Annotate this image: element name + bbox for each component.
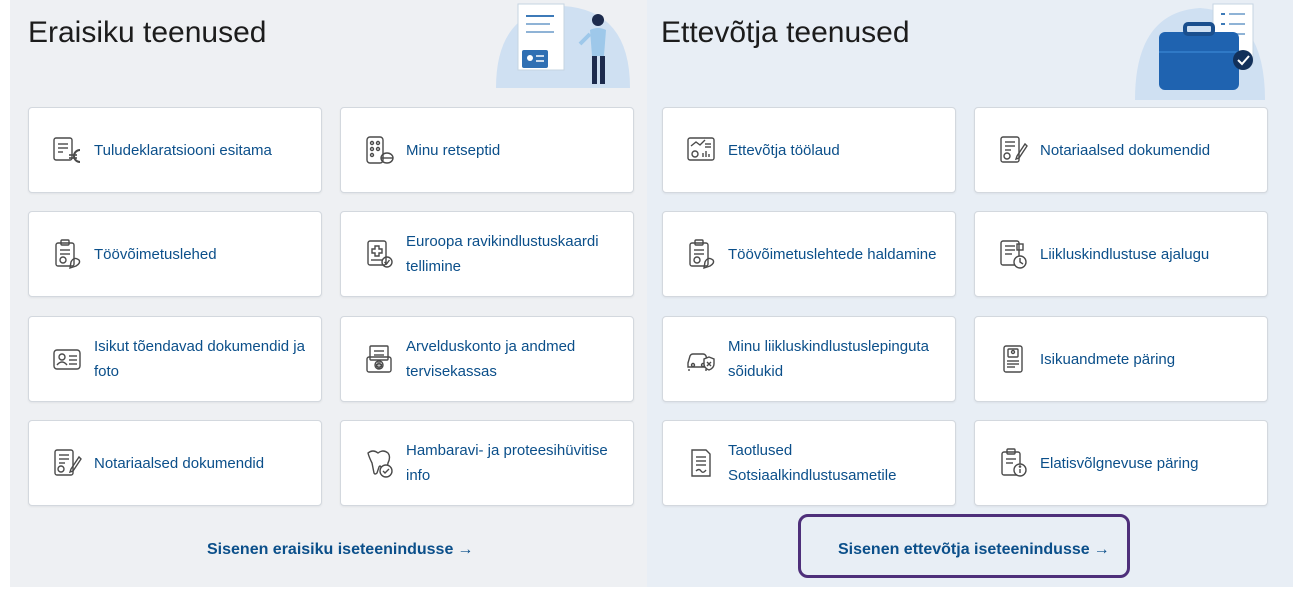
card-business-dashboard[interactable]: Ettevõtja töölaud (662, 107, 956, 193)
card-sick-leave[interactable]: Töövõimetuslehed (28, 211, 322, 297)
notary-document-icon (49, 445, 85, 481)
card-label: Töövõimetuslehed (94, 245, 217, 263)
card-notary-documents-personal[interactable]: Notariaalsed dokumendid (28, 420, 322, 506)
card-label: Taotlused Sotsiaalkindlustusametile (728, 442, 897, 484)
personal-data-query-icon (995, 341, 1031, 377)
card-label: Isikut tõendavad dokumendid ja foto (94, 338, 305, 380)
maintenance-debt-info-icon (995, 445, 1031, 481)
enter-personal-selfservice-label: Sisenen eraisiku iseteenindusse (207, 541, 454, 558)
bank-account-icon (361, 341, 397, 377)
application-document-icon (683, 445, 719, 481)
prescription-pills-icon (361, 132, 397, 168)
card-tax-declaration[interactable]: Tuludeklaratsiooni esitama (28, 107, 322, 193)
sick-leave-clipboard-icon (683, 236, 719, 272)
card-label: Hambaravi- ja proteesihüvitise info (406, 442, 608, 484)
business-dashboard-icon (683, 132, 719, 168)
card-identity-documents[interactable]: Isikut tõendavad dokumendid ja foto (28, 316, 322, 402)
business-services-title: Ettevõtja teenused (661, 16, 910, 49)
notary-document-icon (995, 132, 1031, 168)
card-traffic-insurance-history[interactable]: Liikluskindlustuse ajalugu (974, 211, 1268, 297)
person-with-documents-illustration (488, 0, 638, 93)
card-my-prescriptions[interactable]: Minu retseptid (340, 107, 634, 193)
briefcase-illustration (1125, 0, 1265, 105)
enter-personal-selfservice-link[interactable]: Sisenen eraisiku iseteenindusse → (207, 541, 473, 559)
id-card-icon (49, 341, 85, 377)
card-label: Arvelduskonto ja andmed tervisekassas (406, 338, 576, 380)
card-european-health-card[interactable]: Euroopa ravikindlustuskaardi tellimine (340, 211, 634, 297)
card-dental-compensation[interactable]: Hambaravi- ja proteesihüvitise info (340, 420, 634, 506)
card-personal-data-query[interactable]: Isikuandmete päring (974, 316, 1268, 402)
card-label: Minu liikluskindlustuslepinguta sõidukid (728, 338, 929, 380)
sick-leave-clipboard-icon (49, 236, 85, 272)
card-label: Euroopa ravikindlustuskaardi tellimine (406, 233, 599, 275)
traffic-insurance-history-icon (995, 236, 1031, 272)
card-maintenance-debt-query[interactable]: Elatisvõlgnevuse päring (974, 420, 1268, 506)
arrow-right-icon: → (457, 541, 474, 558)
card-uninsured-vehicles[interactable]: Minu liikluskindlustuslepinguta sõidukid (662, 316, 956, 402)
card-notary-documents-business[interactable]: Notariaalsed dokumendid (974, 107, 1268, 193)
card-social-insurance-applications[interactable]: Taotlused Sotsiaalkindlustusametile (662, 420, 956, 506)
card-label: Notariaalsed dokumendid (94, 454, 265, 472)
card-label: Minu retseptid (406, 141, 501, 159)
card-label: Töövõimetuslehtede haldamine (728, 245, 937, 263)
uninsured-vehicle-icon (683, 341, 719, 377)
tax-declaration-euro-icon (49, 132, 85, 168)
highlight-frame (798, 514, 1130, 578)
card-label: Liikluskindlustuse ajalugu (1040, 245, 1210, 263)
card-label: Ettevõtja töölaud (728, 141, 840, 159)
card-sick-leave-management[interactable]: Töövõimetuslehtede haldamine (662, 211, 956, 297)
card-bank-account[interactable]: Arvelduskonto ja andmed tervisekassas (340, 316, 634, 402)
card-label: Tuludeklaratsiooni esitama (94, 141, 272, 159)
card-label: Elatisvõlgnevuse päring (1040, 454, 1199, 472)
personal-services-title: Eraisiku teenused (28, 16, 267, 49)
tooth-icon (361, 445, 397, 481)
health-insurance-card-icon (361, 236, 397, 272)
card-label: Isikuandmete päring (1040, 350, 1176, 368)
card-label: Notariaalsed dokumendid (1040, 141, 1211, 159)
